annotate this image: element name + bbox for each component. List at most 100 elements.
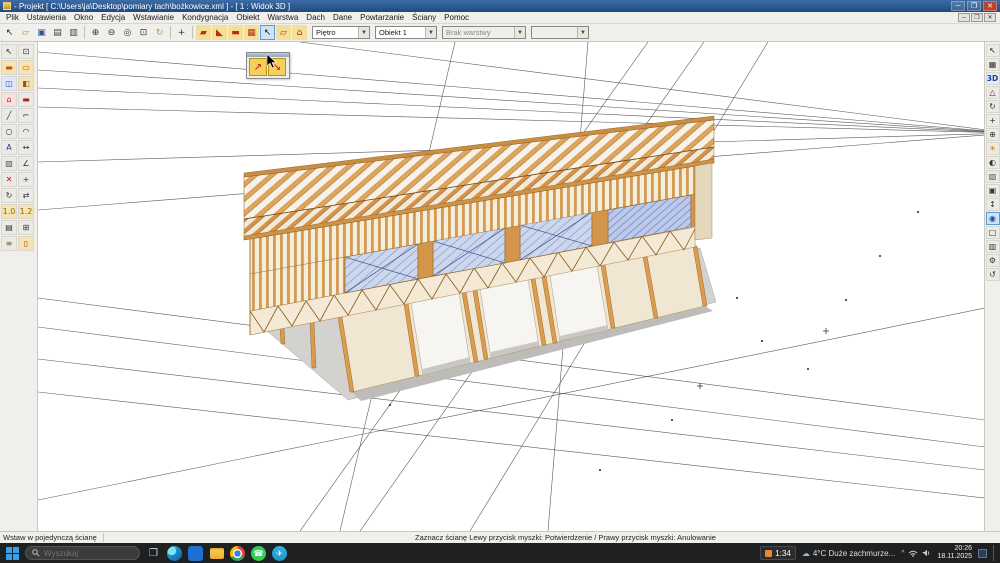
drawing-canvas-3d-view[interactable] <box>38 42 984 531</box>
maximize-button[interactable]: ❐ <box>967 1 981 11</box>
settings-3d-tool[interactable]: ⚙ <box>985 254 1000 267</box>
door-tool[interactable]: ◧ <box>18 76 34 91</box>
chrome-icon[interactable] <box>230 545 245 561</box>
rotate-tool[interactable]: ↻ <box>1 188 17 203</box>
menu-dach[interactable]: Dach <box>302 13 329 22</box>
app-blue-icon[interactable] <box>188 545 203 561</box>
grid-tool[interactable]: ⊞ <box>18 220 34 235</box>
section-tool[interactable]: ▥ <box>985 240 1000 253</box>
roof-insert-button[interactable]: ◣ <box>212 25 227 40</box>
menu-okno[interactable]: Okno <box>70 13 97 22</box>
circle-tool[interactable]: ○ <box>1 124 17 139</box>
stairs-tool[interactable]: ≡ <box>1 236 17 251</box>
zoom-fit-button[interactable]: ◎ <box>120 25 135 40</box>
wall2-tool[interactable]: ▭ <box>18 60 34 75</box>
explorer-icon[interactable] <box>209 546 224 561</box>
view-2d-tool[interactable]: ▦ <box>985 58 1000 71</box>
save-button[interactable]: ▣ <box>34 25 49 40</box>
text-tool[interactable]: A <box>1 140 17 155</box>
scale-tool[interactable]: 1.0 <box>1 204 17 219</box>
hide-tool[interactable]: □ <box>985 226 1000 239</box>
menu-edycja[interactable]: Edycja <box>97 13 129 22</box>
insert-single-wall-button[interactable]: ↗ <box>249 58 267 76</box>
menu-powtarzanie[interactable]: Powtarzanie <box>356 13 408 22</box>
wall2-insert-button[interactable]: ▱ <box>276 25 291 40</box>
camera-tool[interactable]: ▣ <box>985 184 1000 197</box>
minimize-button[interactable]: ─ <box>951 1 965 11</box>
chevron-down-icon[interactable]: ▼ <box>358 27 369 38</box>
chevron-down-icon[interactable]: ▼ <box>425 27 436 38</box>
arc-tool[interactable]: ◠ <box>18 124 34 139</box>
close-button[interactable]: ✕ <box>983 1 997 11</box>
mdi-minimize-button[interactable]: ─ <box>958 13 970 22</box>
beam-tool[interactable]: ▬ <box>18 92 34 107</box>
select-button[interactable]: ↖ <box>2 25 17 40</box>
print-button[interactable]: ▤ <box>50 25 65 40</box>
pan-view-button[interactable]: + <box>174 25 189 40</box>
menu-wstawianie[interactable]: Wstawianie <box>129 13 178 22</box>
menu-ustawienia[interactable]: Ustawienia <box>23 13 70 22</box>
menu-plik[interactable]: Plik <box>2 13 23 22</box>
edge-icon[interactable] <box>167 545 182 561</box>
delete-tool[interactable]: ✕ <box>1 172 17 187</box>
line-tool[interactable]: ╱ <box>1 108 17 123</box>
zoom-3d-tool[interactable]: ⊕ <box>985 128 1000 141</box>
polyline-tool[interactable]: ⌐ <box>18 108 34 123</box>
menu-kondygnacja[interactable]: Kondygnacja <box>178 13 232 22</box>
wall-tool[interactable]: ▬ <box>1 60 17 75</box>
refresh-button[interactable]: ↻ <box>152 25 167 40</box>
angle-tool[interactable]: ∠ <box>18 156 34 171</box>
notification-icon[interactable] <box>978 548 987 558</box>
weather-widget[interactable]: ☁ 4°C Duże zachmurze... <box>802 549 895 558</box>
menu-warstwa[interactable]: Warstwa <box>263 13 302 22</box>
zoom-out-button[interactable]: ⊖ <box>104 25 119 40</box>
scale2-tool[interactable]: 1.2 <box>18 204 34 219</box>
dimension-tool[interactable]: ↔ <box>18 140 34 155</box>
roof-tool[interactable]: ⌂ <box>1 92 17 107</box>
telegram-icon[interactable]: ✈ <box>272 545 287 561</box>
pointer-mode-button[interactable]: ↖ <box>260 25 275 40</box>
show-desktop-button[interactable] <box>993 545 995 561</box>
floating-wall-palette[interactable]: ↗ ↘ <box>246 52 290 79</box>
hatch-tool[interactable]: ▨ <box>1 156 17 171</box>
move-tool[interactable]: + <box>18 172 34 187</box>
mirror-tool[interactable]: ⇄ <box>18 188 34 203</box>
zoom-window-button[interactable]: ⊡ <box>136 25 151 40</box>
hidden-icons-chevron-icon[interactable]: ^ <box>901 550 904 557</box>
pan-3d-tool[interactable]: + <box>985 114 1000 127</box>
view-3d-button[interactable]: 3D <box>985 72 1000 85</box>
menu-dane[interactable]: Dane <box>329 13 356 22</box>
timer-widget[interactable]: 1:34 <box>760 546 796 560</box>
perspective-tool[interactable]: △ <box>985 86 1000 99</box>
refresh-3d-tool[interactable]: ↺ <box>985 268 1000 281</box>
texture-tool[interactable]: ▧ <box>985 170 1000 183</box>
zoom-window-tool[interactable]: ⊡ <box>18 44 34 59</box>
print-preview-button[interactable]: ▥ <box>66 25 81 40</box>
select-tool[interactable]: ↖ <box>1 44 17 59</box>
zoom-in-button[interactable]: ⊕ <box>88 25 103 40</box>
clock[interactable]: 20:26 18.11.2025 <box>937 545 972 562</box>
search-input[interactable] <box>44 548 124 558</box>
menu-sciany[interactable]: Ściany <box>408 13 440 22</box>
taskbar-search[interactable] <box>25 546 140 560</box>
menu-obiekt[interactable]: Obiekt <box>232 13 263 22</box>
mdi-restore-button[interactable]: ❐ <box>971 13 983 22</box>
object-combo[interactable]: Obiekt 1 ▼ <box>375 26 437 39</box>
open-button[interactable]: ▱ <box>18 25 33 40</box>
beam-insert-button[interactable]: ▬ <box>228 25 243 40</box>
sun-tool[interactable]: ☀ <box>985 142 1000 155</box>
floor-combo[interactable]: Piętro ▼ <box>312 26 370 39</box>
whatsapp-icon[interactable]: ☎ <box>251 545 266 561</box>
layers-tool[interactable]: ▤ <box>1 220 17 235</box>
window-tool[interactable]: ◫ <box>1 76 17 91</box>
select-3d-tool[interactable]: ↖ <box>985 44 1000 57</box>
wall-insert-button[interactable]: ▰ <box>196 25 211 40</box>
task-view-icon[interactable]: ❐ <box>146 546 161 561</box>
start-button[interactable] <box>5 546 19 560</box>
select-face-tool[interactable]: ◉ <box>985 212 1000 225</box>
menu-pomoc[interactable]: Pomoc <box>440 13 473 22</box>
speaker-icon[interactable] <box>922 549 931 557</box>
shadow-tool[interactable]: ◐ <box>985 156 1000 169</box>
roof2-insert-button[interactable]: ⌂ <box>292 25 307 40</box>
column-tool[interactable]: ▯ <box>18 236 34 251</box>
